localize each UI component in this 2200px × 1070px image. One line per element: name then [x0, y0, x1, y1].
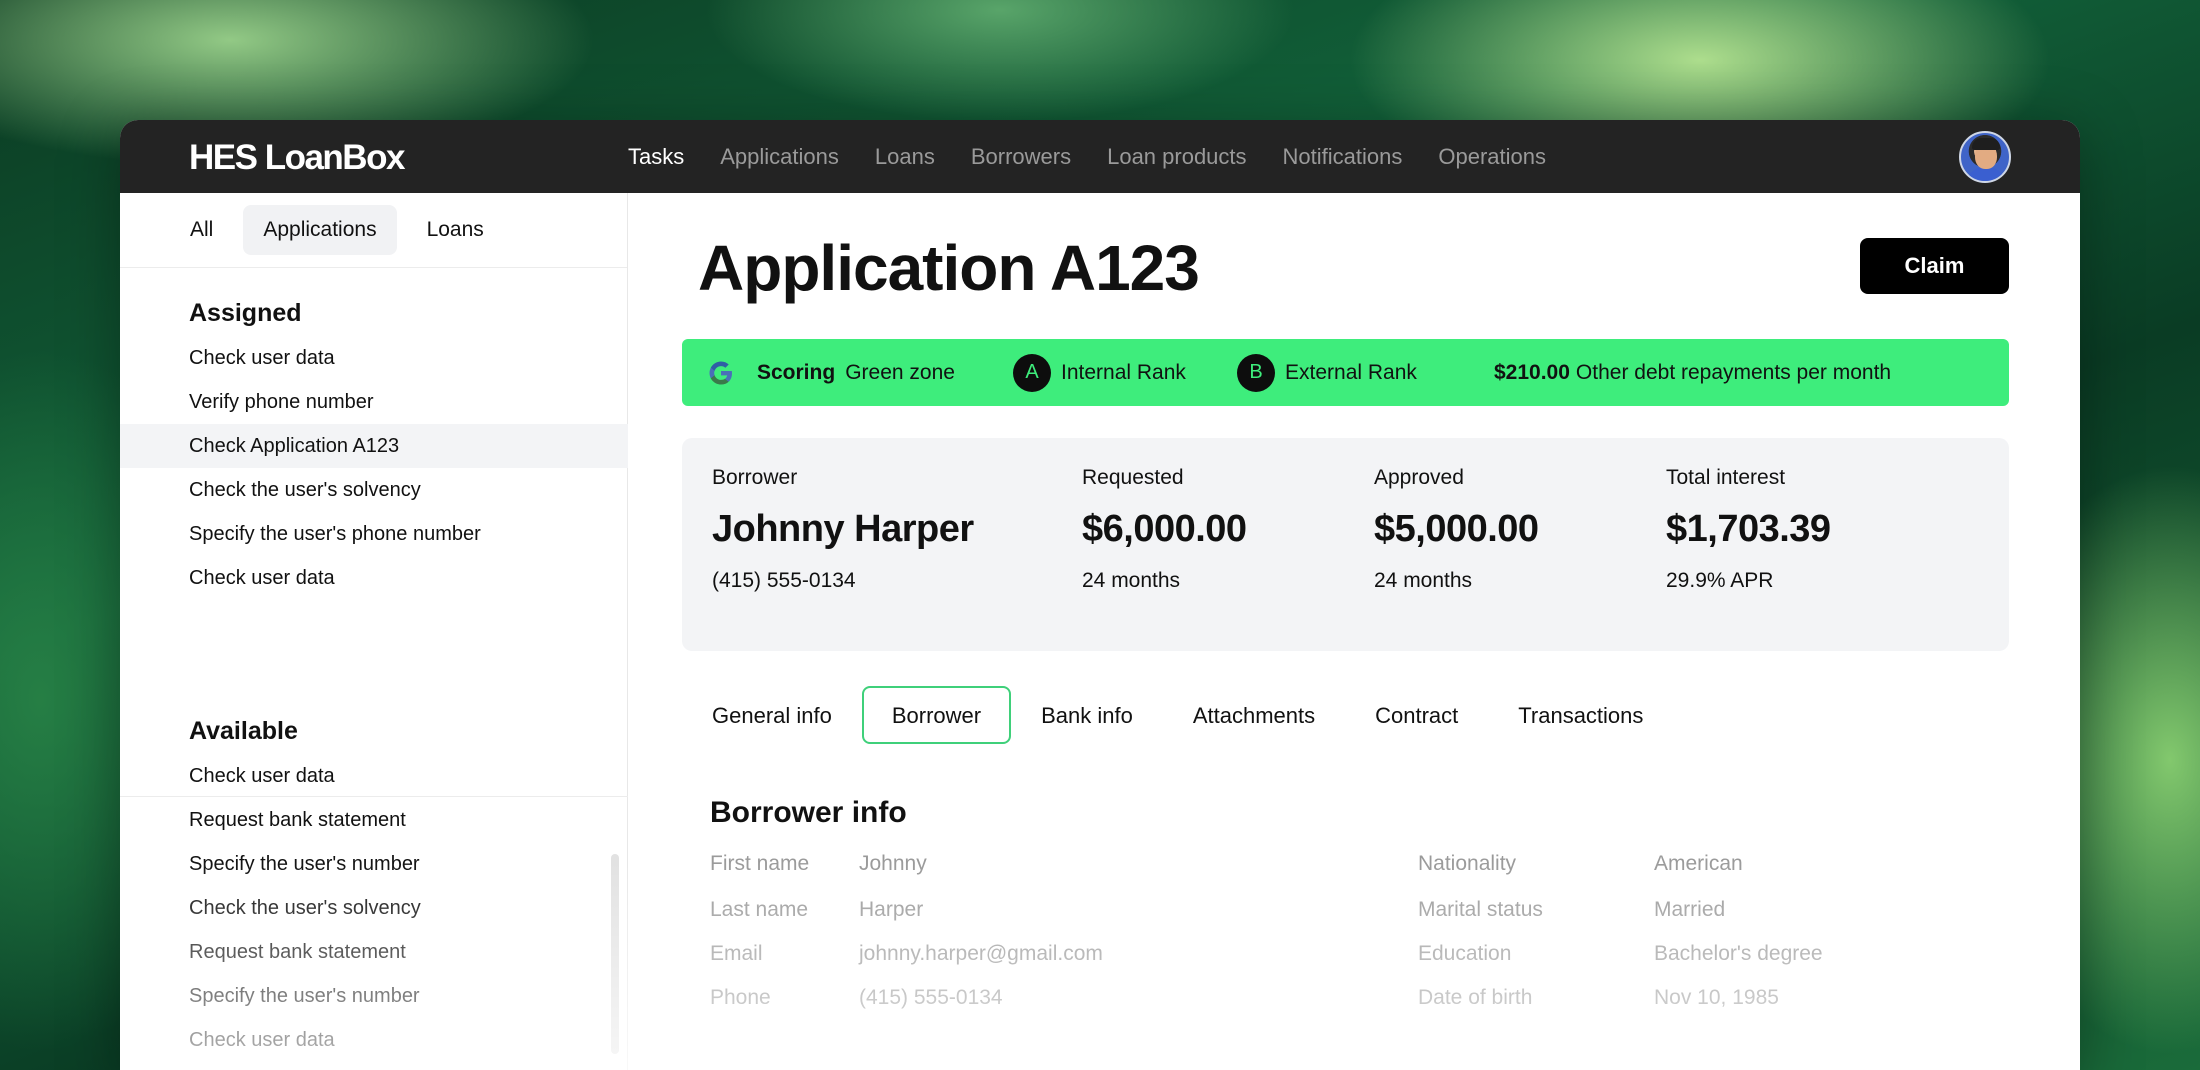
summary-borrower: Borrower Johnny Harper (415) 555-0134: [712, 466, 974, 593]
avatar-body: [1965, 167, 2007, 181]
available-task-item[interactable]: Check user data: [120, 754, 628, 798]
google-g-icon: [709, 361, 732, 385]
tab-contract[interactable]: Contract: [1345, 686, 1488, 744]
info-value: Married: [1654, 898, 1726, 921]
info-label: Education: [1418, 942, 1512, 965]
scoring-bar: Scoring Green zone A Internal Rank B Ext…: [682, 339, 2009, 406]
scoring-zone: Scoring Green zone: [757, 339, 955, 406]
nav-item-notifications[interactable]: Notifications: [1283, 144, 1403, 170]
other-debt-amount: $210.00: [1494, 360, 1570, 384]
user-avatar[interactable]: [1959, 131, 2011, 183]
app-logo[interactable]: HES LoanBox: [189, 138, 405, 178]
detail-tabs: General info Borrower Bank info Attachme…: [682, 686, 1673, 744]
borrower-info-title: Borrower info: [710, 796, 907, 829]
available-task-item[interactable]: Specify the user's number: [120, 842, 628, 886]
task-sidebar: All Applications Loans Assigned Check us…: [120, 193, 628, 1070]
requested-term: 24 months: [1082, 569, 1181, 592]
available-task-item[interactable]: Check user data: [120, 1018, 628, 1062]
other-debt-label: Other debt repayments per month: [1575, 360, 1892, 384]
nav-item-tasks[interactable]: Tasks: [628, 144, 684, 170]
scoring-label: Scoring: [757, 360, 836, 384]
available-task-item[interactable]: Request bank statement: [120, 798, 628, 842]
info-label: Phone: [710, 986, 771, 1009]
external-rank-badge: B: [1237, 353, 1275, 392]
nav-item-borrowers[interactable]: Borrowers: [971, 144, 1071, 170]
tab-transactions[interactable]: Transactions: [1488, 686, 1673, 744]
loan-summary-card: Borrower Johnny Harper (415) 555-0134 Re…: [682, 438, 2009, 651]
info-value: Bachelor's degree: [1654, 942, 1823, 965]
assigned-task-item-selected[interactable]: Check Application A123: [120, 424, 628, 468]
info-value: Harper: [859, 898, 924, 921]
requested-amount: $6,000.00: [1082, 508, 1247, 550]
main-nav: Tasks Applications Loans Borrowers Loan …: [628, 120, 1546, 193]
info-label: Date of birth: [1418, 986, 1533, 1009]
sidebar-scrollbar[interactable]: [611, 854, 619, 1054]
internal-rank: A Internal Rank: [1013, 339, 1186, 406]
info-label: Email: [710, 942, 763, 965]
info-value: Nov 10, 1985: [1654, 986, 1779, 1009]
scoring-zone-value: Green zone: [845, 360, 955, 384]
application-detail: Application A123 Claim Scoring Green zon…: [628, 193, 2080, 1070]
info-value: johnny.harper@gmail.com: [859, 942, 1103, 965]
filter-tab-all[interactable]: All: [170, 205, 233, 255]
assigned-task-item[interactable]: Check user data: [120, 556, 628, 600]
assigned-task-item[interactable]: Specify the user's phone number: [120, 512, 628, 556]
task-filter-tabs: All Applications Loans: [120, 193, 627, 268]
approved-amount: $5,000.00: [1374, 508, 1539, 550]
filter-tab-applications[interactable]: Applications: [243, 205, 397, 255]
summary-label: Approved: [1374, 466, 1464, 489]
available-task-item[interactable]: Request bank statement: [120, 930, 628, 974]
borrower-name: Johnny Harper: [712, 508, 974, 550]
tab-attachments[interactable]: Attachments: [1163, 686, 1345, 744]
assigned-task-item[interactable]: Verify phone number: [120, 380, 628, 424]
avatar-hair: [1972, 138, 2000, 150]
info-label: Last name: [710, 898, 809, 921]
available-task-item[interactable]: Check the user's solvency: [120, 886, 628, 930]
total-interest: $1,703.39: [1666, 508, 1831, 550]
summary-requested: Requested $6,000.00 24 months: [1082, 466, 1247, 593]
assigned-task-item[interactable]: Check the user's solvency: [120, 468, 628, 512]
info-value: American: [1654, 852, 1743, 875]
app-window: HES LoanBox Tasks Applications Loans Bor…: [120, 120, 2080, 1070]
interest-apr: 29.9% APR: [1666, 569, 1774, 592]
summary-label: Borrower: [712, 466, 798, 489]
claim-button[interactable]: Claim: [1860, 238, 2009, 294]
summary-label: Requested: [1082, 466, 1184, 489]
external-rank: B External Rank: [1237, 339, 1417, 406]
info-label: Nationality: [1418, 852, 1517, 875]
assigned-heading: Assigned: [189, 299, 302, 327]
info-value: (415) 555-0134: [859, 986, 1003, 1009]
tab-borrower[interactable]: Borrower: [861, 686, 1012, 744]
external-rank-label: External Rank: [1285, 360, 1417, 384]
internal-rank-label: Internal Rank: [1061, 360, 1186, 384]
page-title: Application A123: [698, 232, 1200, 304]
assigned-task-item[interactable]: Check user data: [120, 336, 628, 380]
summary-approved: Approved $5,000.00 24 months: [1374, 466, 1539, 593]
nav-item-loans[interactable]: Loans: [875, 144, 935, 170]
background-frame: HES LoanBox Tasks Applications Loans Bor…: [0, 0, 2200, 1070]
available-heading: Available: [189, 717, 298, 745]
approved-term: 24 months: [1374, 569, 1473, 592]
borrower-phone: (415) 555-0134: [712, 569, 856, 592]
tab-bank-info[interactable]: Bank info: [1011, 686, 1163, 744]
other-debt: $210.00 Other debt repayments per month: [1494, 339, 1891, 406]
nav-item-operations[interactable]: Operations: [1438, 144, 1546, 170]
available-section: Available Check user data Request bank s…: [120, 717, 628, 1062]
summary-interest: Total interest $1,703.39 29.9% APR: [1666, 466, 1831, 593]
filter-tab-loans[interactable]: Loans: [407, 205, 504, 255]
top-bar: HES LoanBox Tasks Applications Loans Bor…: [120, 120, 2080, 193]
info-label: First name: [710, 852, 810, 875]
assigned-section: Assigned Check user data Verify phone nu…: [120, 299, 628, 600]
available-task-item[interactable]: Specify the user's number: [120, 974, 628, 1018]
info-label: Marital status: [1418, 898, 1543, 921]
summary-label: Total interest: [1666, 466, 1786, 489]
nav-item-loan-products[interactable]: Loan products: [1107, 144, 1246, 170]
nav-item-applications[interactable]: Applications: [720, 144, 839, 170]
internal-rank-badge: A: [1013, 353, 1051, 392]
info-value: Johnny: [859, 852, 927, 875]
tab-general-info[interactable]: General info: [682, 686, 862, 744]
